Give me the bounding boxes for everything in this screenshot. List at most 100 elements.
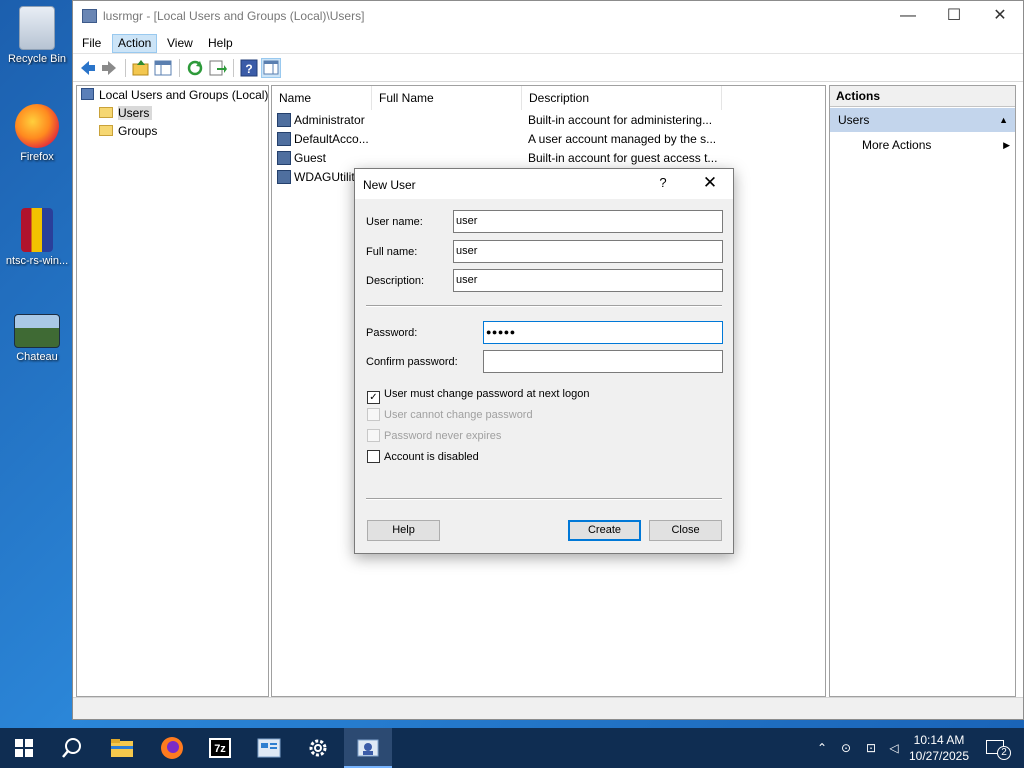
dialog-title-bar: New User ? ✕	[355, 169, 733, 199]
taskbar-control-panel[interactable]	[245, 728, 293, 768]
dialog-title: New User	[363, 178, 416, 192]
menu-help[interactable]: Help	[203, 34, 238, 53]
password-never-expires-checkbox[interactable]: Password never expires	[367, 429, 501, 444]
checkbox-icon	[367, 429, 380, 442]
lusrmgr-icon	[357, 739, 379, 757]
volume-muted-icon[interactable]: ◁	[884, 728, 904, 768]
menu-view[interactable]: View	[162, 34, 198, 53]
menu-action[interactable]: Action	[112, 34, 158, 53]
account-disabled-checkbox[interactable]: Account is disabled	[367, 450, 479, 465]
file-explorer-icon	[111, 739, 133, 757]
tree-item-users[interactable]: Users	[99, 105, 153, 122]
collapse-arrow-icon[interactable]: ▲	[999, 108, 1008, 132]
winrar-archive-icon	[21, 208, 53, 252]
help-button[interactable]: Help	[367, 520, 440, 541]
checkbox-checked-icon: ✓	[367, 391, 380, 404]
username-label: User name:	[366, 216, 423, 228]
desktop-icon-recycle-bin[interactable]: Recycle Bin	[2, 6, 72, 65]
console-tree: Local Users and Groups (Local) Users Gro…	[76, 85, 269, 697]
svg-text:7z: 7z	[214, 743, 226, 755]
close-button[interactable]: Close	[649, 520, 722, 541]
desktop-icon-archive[interactable]: ntsc-rs-win...	[2, 208, 72, 267]
table-row[interactable]: Guest Built-in account for guest access …	[272, 149, 825, 168]
taskbar-clock[interactable]: 10:14 AM 10/27/2025	[904, 732, 974, 764]
notification-center-icon[interactable]: 2	[980, 728, 1011, 768]
computer-icon	[81, 88, 94, 100]
create-button[interactable]: Create	[568, 520, 641, 541]
taskbar-7zip[interactable]: 7z	[196, 728, 244, 768]
toolbar-separator	[233, 59, 234, 77]
password-field[interactable]: ●●●●●	[483, 321, 723, 344]
description-field[interactable]: user	[453, 269, 723, 292]
column-header-name[interactable]: Name	[272, 86, 372, 110]
lusrmgr-app-icon	[82, 9, 97, 23]
taskbar-firefox[interactable]	[148, 728, 196, 768]
export-list-icon[interactable]	[207, 58, 227, 78]
confirm-password-field[interactable]	[483, 350, 723, 373]
recycle-bin-icon	[19, 6, 55, 50]
user-icon	[277, 170, 291, 184]
firefox-icon	[161, 737, 183, 759]
password-label: Password:	[366, 327, 418, 339]
must-change-password-checkbox[interactable]: ✓ User must change password at next logon	[367, 387, 589, 404]
user-icon	[277, 113, 291, 127]
toolbar-separator	[125, 59, 126, 77]
search-icon	[62, 738, 81, 758]
confirm-password-label: Confirm password:	[366, 356, 458, 368]
up-folder-icon[interactable]	[131, 58, 151, 78]
separator	[366, 305, 722, 307]
network-icon[interactable]: ⊡	[860, 728, 882, 768]
refresh-icon[interactable]	[185, 58, 205, 78]
new-user-dialog: New User ? ✕ User name: user Full name: …	[354, 168, 734, 554]
maximize-button[interactable]: ☐	[931, 1, 977, 32]
tree-root-item[interactable]: Local Users and Groups (Local)	[81, 87, 268, 104]
table-row[interactable]: DefaultAcco... A user account managed by…	[272, 130, 825, 149]
start-button[interactable]	[0, 728, 48, 768]
status-bar	[73, 697, 1023, 719]
title-bar: lusrmgr - [Local Users and Groups (Local…	[73, 1, 1023, 32]
table-row[interactable]: Administrator Built-in account for admin…	[272, 111, 825, 130]
username-field[interactable]: user	[453, 210, 723, 233]
toolbar-separator	[179, 59, 180, 77]
taskbar-lusrmgr[interactable]	[344, 728, 392, 768]
desktop-icon-firefox[interactable]: Firefox	[2, 104, 72, 163]
column-header-description[interactable]: Description	[522, 86, 722, 110]
checkbox-icon	[367, 450, 380, 463]
dialog-help-button[interactable]: ?	[651, 175, 675, 195]
show-hidden-icons-chevron-icon[interactable]: ⌃	[812, 728, 832, 768]
dialog-close-icon[interactable]: ✕	[697, 173, 723, 195]
minimize-button[interactable]: —	[885, 1, 931, 32]
menu-file[interactable]: File	[77, 34, 106, 53]
tree-item-groups[interactable]: Groups	[99, 123, 157, 140]
taskbar-settings[interactable]	[294, 728, 342, 768]
meet-now-icon[interactable]: ⊙	[836, 728, 856, 768]
actions-group-users[interactable]: Users ▲	[830, 108, 1015, 132]
folder-icon	[99, 125, 113, 136]
help-icon[interactable]: ?	[239, 58, 259, 78]
window-title: lusrmgr - [Local Users and Groups (Local…	[103, 9, 365, 23]
folder-icon	[99, 107, 113, 118]
fullname-label: Full name:	[366, 246, 418, 258]
column-header-full-name[interactable]: Full Name	[372, 86, 522, 110]
user-icon	[277, 151, 291, 165]
search-button[interactable]	[48, 728, 96, 768]
7zip-icon: 7z	[209, 738, 231, 758]
actions-header: Actions	[830, 86, 1015, 107]
fullname-field[interactable]: user	[453, 240, 723, 263]
menu-bar: File Action View Help	[73, 32, 1023, 54]
desktop-icon-chateau[interactable]: Chateau	[2, 314, 72, 363]
image-file-icon	[14, 314, 60, 348]
show-hide-tree-icon[interactable]	[153, 58, 173, 78]
close-window-button[interactable]: ✕	[977, 1, 1023, 32]
action-pane-toggle-icon[interactable]	[261, 58, 281, 78]
cannot-change-password-checkbox[interactable]: User cannot change password	[367, 408, 533, 423]
more-actions-item[interactable]: More Actions ▶	[862, 136, 1015, 154]
user-icon	[277, 132, 291, 146]
taskbar-file-explorer[interactable]	[98, 728, 146, 768]
taskbar: 7z ⌃ ⊙ ⊡ ◁ 10:14 AM 10/27/2025 2	[0, 728, 1024, 768]
control-panel-icon	[257, 738, 281, 758]
back-arrow-icon[interactable]	[78, 58, 98, 78]
svg-text:?: ?	[245, 62, 252, 76]
start-icon	[15, 739, 33, 757]
forward-arrow-icon[interactable]	[99, 58, 119, 78]
